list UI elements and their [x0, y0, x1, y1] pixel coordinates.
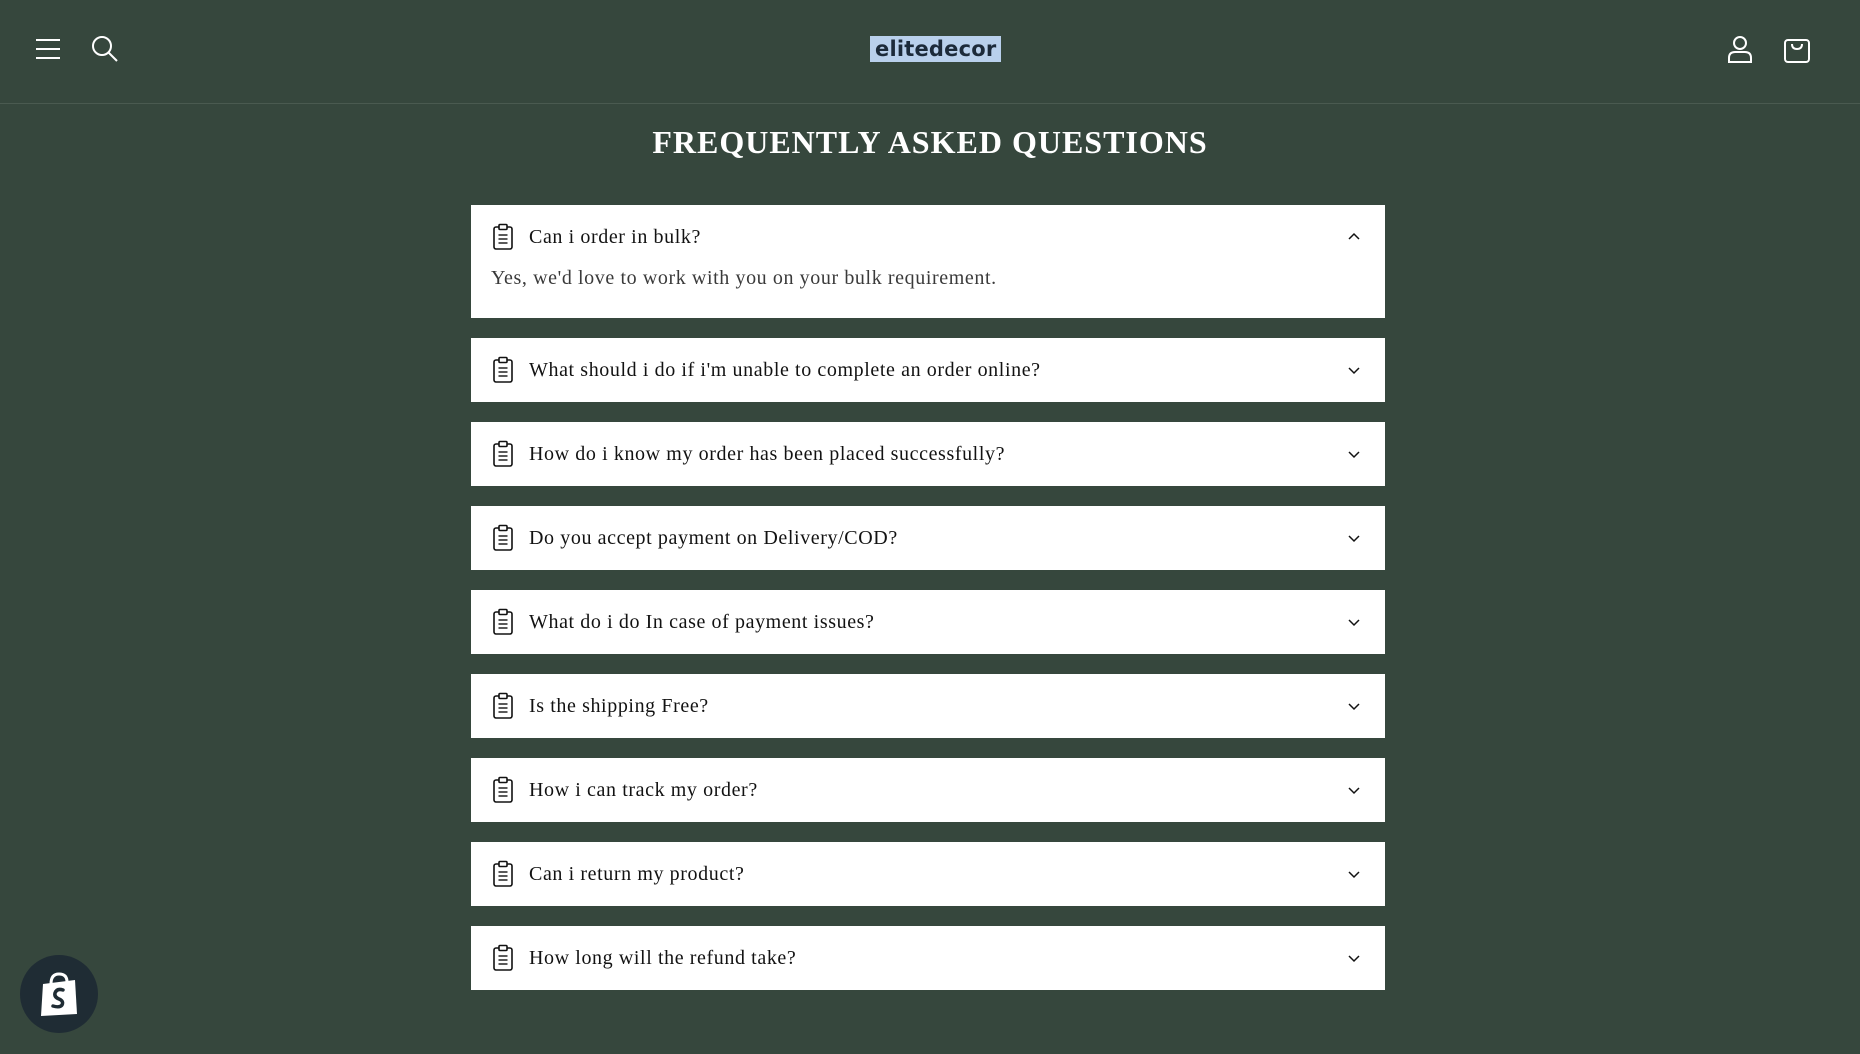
- faq-question-toggle[interactable]: What should i do if i'm unable to comple…: [471, 338, 1385, 402]
- faq-question-toggle[interactable]: What do i do In case of payment issues?: [471, 590, 1385, 654]
- faq-question: Can i return my product?: [529, 862, 745, 885]
- clipboard-icon: [493, 608, 513, 635]
- faq-question: Is the shipping Free?: [529, 694, 709, 717]
- faq-question-toggle[interactable]: Is the shipping Free?: [471, 674, 1385, 738]
- clipboard-icon: [493, 524, 513, 551]
- menu-button[interactable]: [29, 30, 67, 68]
- faq-question: Can i order in bulk?: [529, 225, 701, 248]
- chevron-down-icon: [1348, 703, 1360, 711]
- faq-question: What do i do In case of payment issues?: [529, 610, 875, 633]
- chevron-down-icon: [1348, 451, 1360, 459]
- faq-item: What do i do In case of payment issues?: [471, 590, 1385, 654]
- clipboard-icon: [493, 776, 513, 803]
- chevron-down-icon: [1348, 535, 1360, 543]
- faq-question-toggle[interactable]: Can i return my product?: [471, 842, 1385, 906]
- user-account-icon: [1728, 36, 1752, 63]
- faq-item: Can i order in bulk? Yes, we'd love to w…: [471, 205, 1385, 318]
- site-header: elitedecor: [0, 0, 1860, 104]
- faq-question-toggle[interactable]: How long will the refund take?: [471, 926, 1385, 990]
- faq-question: Do you accept payment on Delivery/COD?: [529, 526, 898, 549]
- faq-question-toggle[interactable]: How i can track my order?: [471, 758, 1385, 822]
- faq-item: How do i know my order has been placed s…: [471, 422, 1385, 486]
- search-button[interactable]: [86, 30, 124, 68]
- clipboard-icon: [493, 223, 513, 250]
- faq-item: How long will the refund take?: [471, 926, 1385, 990]
- faq-question: How long will the refund take?: [529, 946, 797, 969]
- faq-question: What should i do if i'm unable to comple…: [529, 358, 1041, 381]
- shopify-badge-button[interactable]: [20, 955, 98, 1033]
- site-logo[interactable]: elitedecor: [870, 36, 1002, 62]
- chevron-down-icon: [1348, 367, 1360, 375]
- clipboard-icon: [493, 944, 513, 971]
- chevron-down-icon: [1348, 955, 1360, 963]
- faq-question-toggle[interactable]: Do you accept payment on Delivery/COD?: [471, 506, 1385, 570]
- clipboard-icon: [493, 860, 513, 887]
- faq-question-toggle[interactable]: How do i know my order has been placed s…: [471, 422, 1385, 486]
- chevron-up-icon: [1348, 232, 1360, 240]
- cart-button[interactable]: [1778, 30, 1816, 68]
- faq-question: How i can track my order?: [529, 778, 758, 801]
- hamburger-menu-icon: [36, 39, 60, 59]
- faq-question-toggle[interactable]: Can i order in bulk?: [471, 205, 1385, 269]
- faq-item: What should i do if i'm unable to comple…: [471, 338, 1385, 402]
- page-title: FREQUENTLY ASKED QUESTIONS: [652, 124, 1208, 160]
- clipboard-icon: [493, 692, 513, 719]
- clipboard-icon: [493, 356, 513, 383]
- shopify-bag-icon: [41, 972, 77, 1016]
- search-icon: [92, 36, 118, 62]
- faq-item: Do you accept payment on Delivery/COD?: [471, 506, 1385, 570]
- chevron-down-icon: [1348, 871, 1360, 879]
- faq-answer: Yes, we'd love to work with you on your …: [491, 267, 997, 289]
- chevron-down-icon: [1348, 787, 1360, 795]
- faq-item: How i can track my order?: [471, 758, 1385, 822]
- faq-question: How do i know my order has been placed s…: [529, 442, 1006, 465]
- faq-item: Can i return my product?: [471, 842, 1385, 906]
- account-button[interactable]: [1721, 30, 1759, 68]
- shopping-bag-icon: [1784, 39, 1810, 63]
- faq-item: Is the shipping Free?: [471, 674, 1385, 738]
- chevron-down-icon: [1348, 619, 1360, 627]
- faq-list: Can i order in bulk? Yes, we'd love to w…: [471, 205, 1385, 1010]
- clipboard-icon: [493, 440, 513, 467]
